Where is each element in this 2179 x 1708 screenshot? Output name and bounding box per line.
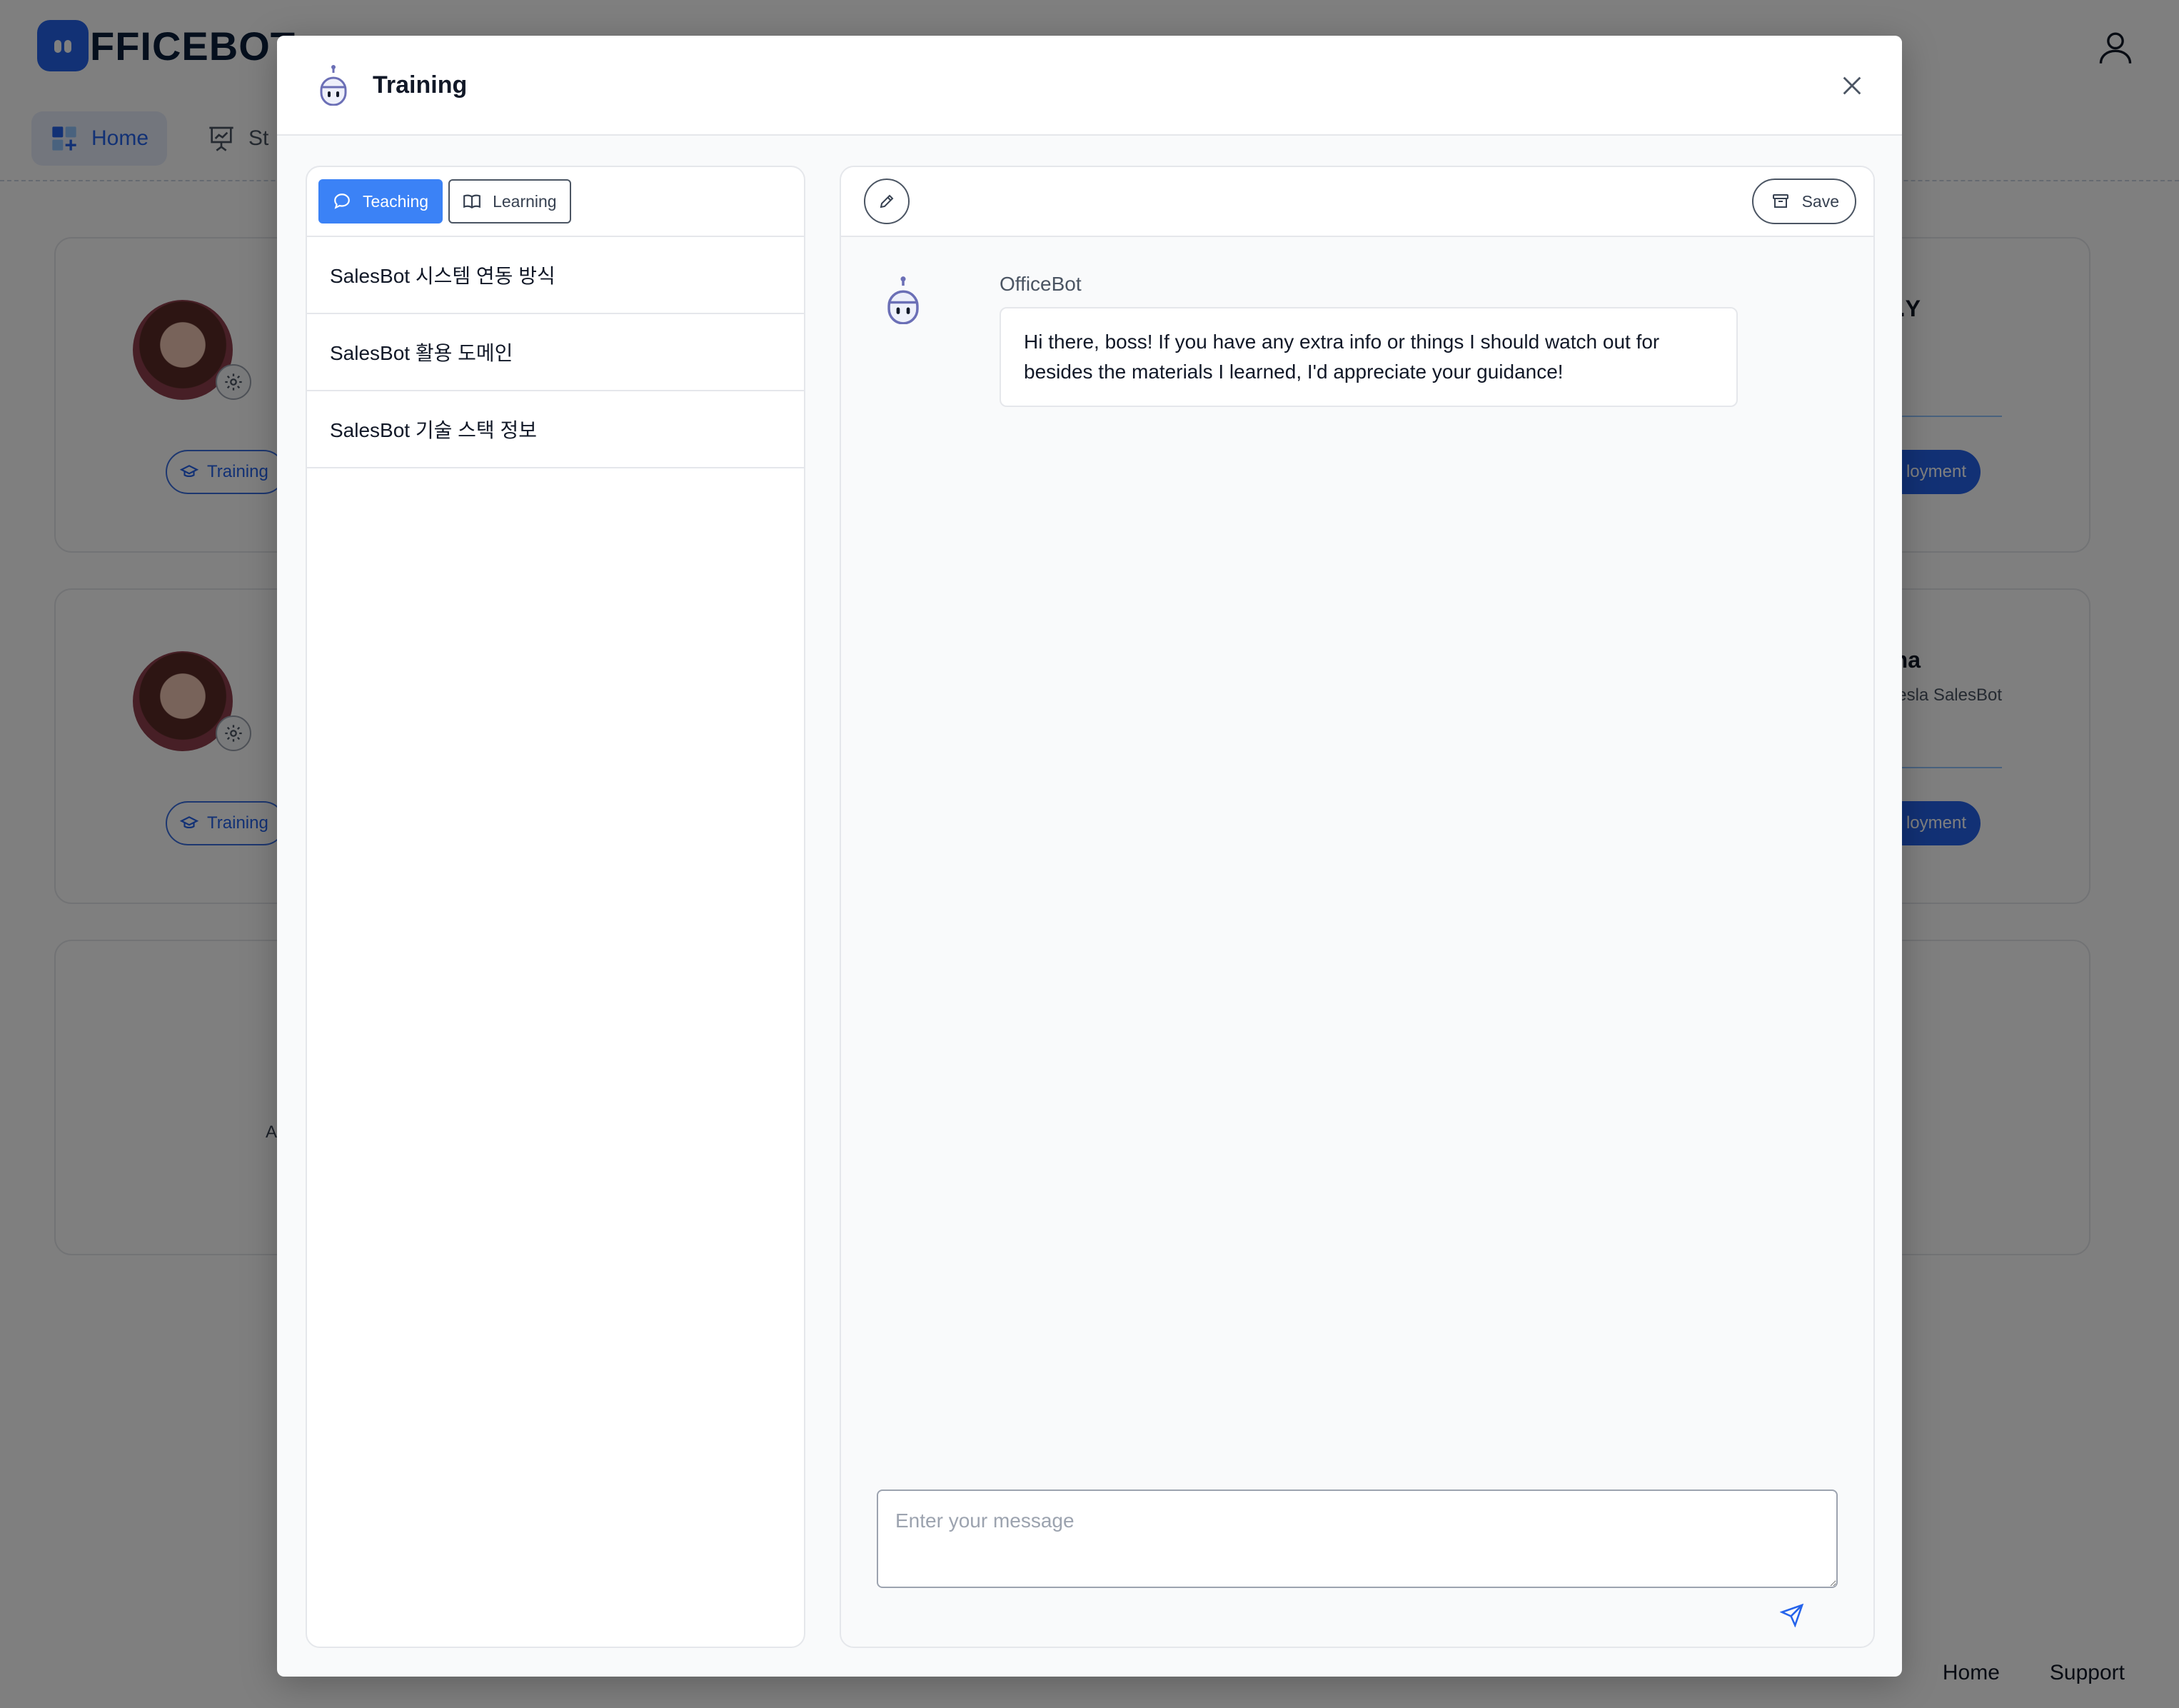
list-item[interactable]: SalesBot 시스템 연동 방식 [307,237,804,314]
pencil-icon [880,194,894,209]
message-sender: OfficeBot [1000,273,1082,295]
tab-learning[interactable]: Learning [448,179,571,223]
list-item[interactable]: SalesBot 기술 스택 정보 [307,391,804,468]
mode-tabs: Teaching Learning [307,167,804,237]
modal-title: Training [373,71,468,99]
save-button[interactable]: Save [1751,179,1856,224]
close-icon [1843,76,1861,95]
tab-label: Learning [493,191,557,211]
send-icon [1780,1603,1804,1627]
modal-header: Training [277,36,1902,136]
chat-panel: Save OfficeBot Hi there, boss! If you ha… [840,166,1875,1648]
book-icon [463,194,480,209]
chat-bubble-icon [334,194,350,209]
tab-label: Teaching [363,191,429,211]
officebot-robot-icon [320,65,347,106]
edit-button[interactable] [864,179,910,224]
tab-teaching[interactable]: Teaching [318,179,443,223]
send-button[interactable] [1776,1599,1808,1631]
officebot-robot-icon [887,276,919,324]
chat-toolbar: Save [841,167,1873,237]
message-bubble: Hi there, boss! If you have any extra in… [1000,307,1738,407]
topics-panel: Teaching Learning SalesBot 시스템 연동 방식 Sal… [306,166,805,1648]
message-input[interactable] [877,1490,1838,1588]
close-button[interactable] [1835,69,1869,103]
list-item[interactable]: SalesBot 활용 도메인 [307,314,804,391]
training-modal: Training Teaching Learning SalesBot 시스템 … [277,36,1902,1677]
archive-icon [1772,194,1788,208]
save-button-label: Save [1801,191,1839,211]
topic-list: SalesBot 시스템 연동 방식 SalesBot 활용 도메인 Sales… [307,237,804,468]
